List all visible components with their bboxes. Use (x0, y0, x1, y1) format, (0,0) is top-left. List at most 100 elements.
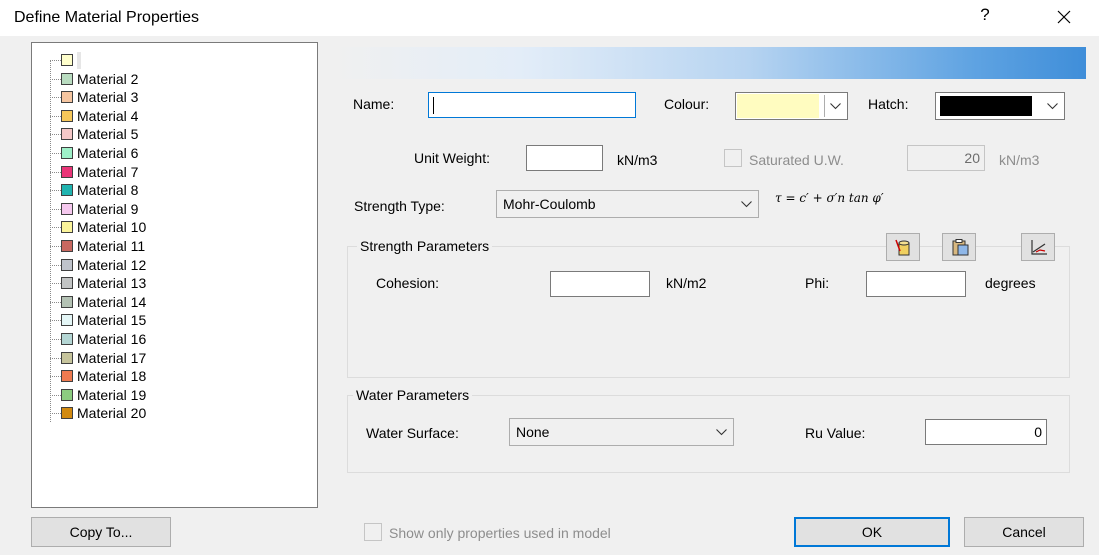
hatch-dropdown[interactable] (935, 92, 1065, 120)
unit-weight-units: kN/m3 (617, 152, 658, 168)
name-label: Name: (353, 96, 395, 112)
material-color-swatch (61, 128, 73, 141)
material-color-swatch (61, 295, 73, 308)
material-color-swatch (61, 388, 73, 401)
tree-connector (50, 357, 61, 359)
saturated-uw-input[interactable]: 20 (907, 145, 985, 171)
cohesion-units: kN/m2 (666, 275, 707, 291)
tree-item-label: Material 5 (77, 126, 139, 143)
material-color-swatch (61, 91, 73, 104)
strength-type-value: Mohr-Coulomb (503, 196, 596, 212)
unit-weight-input[interactable] (526, 145, 603, 171)
material-color-swatch (61, 351, 73, 364)
graph-button[interactable] (1021, 233, 1055, 261)
text-cursor (433, 97, 434, 114)
tree-connector (50, 208, 61, 210)
water-surface-dropdown[interactable]: None (509, 418, 734, 446)
colour-swatch (737, 94, 819, 118)
clipboard-icon (952, 239, 969, 256)
tree-item-selection (77, 52, 81, 69)
tree-item-label: Material 19 (77, 386, 147, 403)
colour-dropdown[interactable] (735, 92, 848, 120)
tree-item-label: Material 12 (77, 256, 147, 273)
unit-weight-label: Unit Weight: (414, 150, 490, 166)
material-color-swatch (61, 109, 73, 122)
strength-type-dropdown[interactable]: Mohr-Coulomb (496, 190, 759, 218)
material-color-swatch (61, 147, 73, 159)
ru-value-input[interactable]: 0 (925, 419, 1047, 445)
material-color-swatch (61, 221, 73, 234)
tree-item-label: Material 10 (77, 219, 147, 236)
ok-button[interactable]: OK (794, 517, 950, 547)
material-color-swatch (61, 165, 73, 178)
tree-connector (50, 78, 61, 80)
tree-connector (50, 413, 61, 415)
material-color-swatch (61, 258, 73, 271)
database-button[interactable] (886, 233, 920, 261)
tree-connector (50, 97, 61, 99)
database-icon (895, 239, 910, 256)
material-color-swatch (61, 240, 73, 252)
tree-item-label: Material 15 (77, 312, 147, 329)
material-tree[interactable]: Material 2 Material 3 Material 4 Material 5… (31, 42, 318, 508)
tree-item-label: Material 3 (77, 89, 139, 106)
cancel-button[interactable]: Cancel (964, 517, 1084, 547)
tree-connector (50, 320, 61, 322)
cohesion-label: Cohesion: (376, 275, 440, 291)
tree-connector-line (50, 60, 51, 422)
tree-connector (50, 115, 61, 117)
colour-label: Colour: (664, 96, 710, 112)
tree-item-label: Material 16 (77, 331, 147, 347)
tree-connector (50, 394, 61, 396)
tree-item-label: Material 14 (77, 293, 147, 310)
tree-connector (50, 376, 61, 378)
chevron-down-icon (736, 191, 758, 217)
clipboard-button[interactable] (942, 233, 976, 261)
water-surface-label: Water Surface: (366, 425, 459, 441)
cohesion-input[interactable] (550, 271, 650, 297)
ru-value-label: Ru Value: (805, 425, 866, 441)
hatch-swatch (940, 96, 1032, 116)
tree-connector (50, 227, 61, 229)
material-color-swatch (61, 407, 73, 420)
tree-item-label: Material 18 (77, 368, 147, 385)
material-color-swatch (61, 202, 73, 215)
hatch-label: Hatch: (868, 96, 909, 112)
tree-connector (50, 153, 61, 154)
tree-connector (50, 301, 61, 303)
show-only-used-label: Show only properties used in model (389, 525, 611, 541)
copy-to-button[interactable]: Copy To... (31, 517, 171, 547)
help-button[interactable]: ? (973, 5, 997, 25)
strength-parameters-title: Strength Parameters (357, 238, 493, 254)
strength-parameters-group (347, 246, 1070, 378)
tree-item-label: Material 8 (77, 182, 139, 199)
material-color-swatch (61, 184, 73, 197)
water-parameters-title: Water Parameters (353, 387, 473, 403)
chevron-down-icon (1042, 93, 1064, 119)
chevron-down-icon (711, 419, 733, 445)
material-color-swatch (61, 277, 73, 290)
material-color-swatch (61, 54, 73, 66)
close-button[interactable] (1044, 2, 1084, 32)
tree-connector (50, 190, 61, 192)
tree-item-label: Material 11 (77, 238, 146, 254)
water-surface-value: None (516, 424, 550, 440)
name-input[interactable] (428, 92, 636, 118)
tree-connector (50, 134, 61, 136)
material-color-swatch (61, 333, 73, 345)
tree-connector (50, 264, 61, 266)
tree-item-label: Material 2 (77, 70, 139, 87)
tree-connector (50, 60, 61, 61)
tree-item-label: Material 17 (77, 349, 147, 366)
phi-units: degrees (985, 275, 1036, 291)
material-color-swatch (61, 72, 73, 85)
title-bar: Define Material Properties ? (0, 0, 1099, 36)
saturated-uw-checkbox[interactable] (724, 149, 742, 167)
tree-item-label: Material 6 (77, 145, 139, 161)
show-only-used-checkbox[interactable] (364, 523, 382, 541)
tree-connector (50, 171, 61, 173)
tree-connector (50, 246, 61, 247)
tree-connector (50, 283, 61, 285)
phi-input[interactable] (866, 271, 966, 297)
strength-type-label: Strength Type: (354, 198, 445, 214)
